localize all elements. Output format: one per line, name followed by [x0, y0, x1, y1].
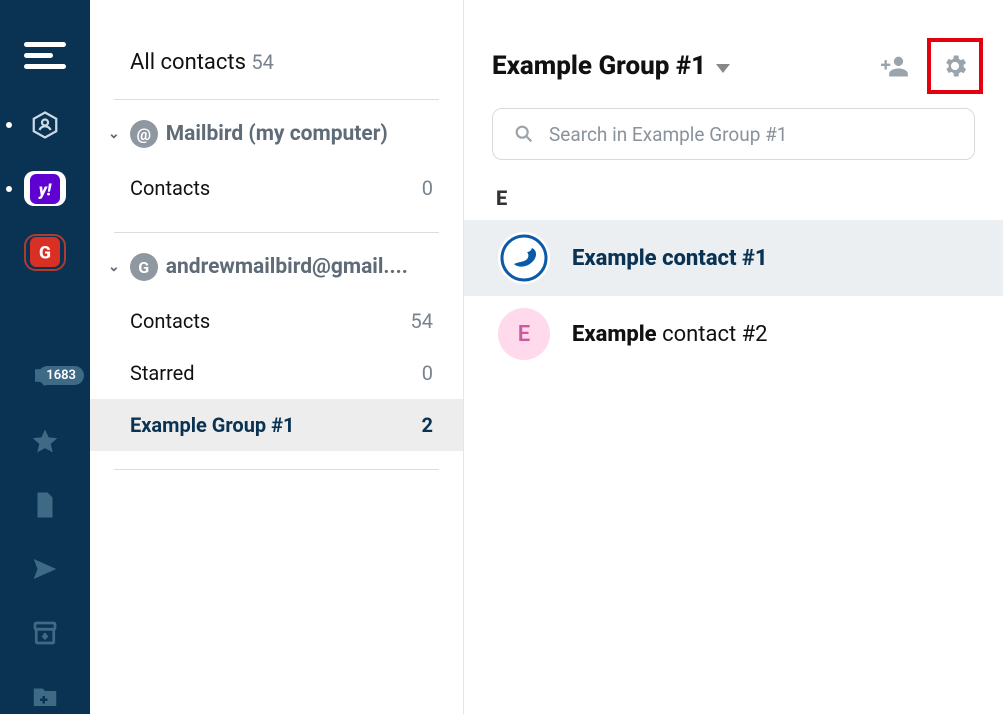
chevron-down-icon: ⌄ [108, 126, 120, 142]
star-icon[interactable] [24, 424, 66, 460]
file-icon[interactable] [24, 488, 66, 524]
folder-contacts[interactable]: Contacts 54 [90, 295, 463, 347]
account-label: Mailbird (my computer) [166, 122, 388, 146]
settings-highlight [927, 38, 983, 94]
folder-contacts[interactable]: Contacts 0 [90, 162, 463, 214]
contact-name: Example contact #1 [572, 246, 768, 271]
account-header-gmail[interactable]: ⌄ G andrewmailbird@gmail.... [90, 253, 463, 295]
divider [114, 232, 439, 233]
divider [114, 469, 439, 470]
svg-text:G: G [39, 244, 51, 264]
search-icon [513, 123, 535, 145]
google-account-icon[interactable]: G [24, 234, 66, 270]
chevron-down-icon: ⌄ [108, 259, 120, 275]
contact-list-panel: Example Group #1 Search in Example Group… [464, 0, 1003, 714]
group-header: Example Group #1 [492, 48, 975, 84]
archive-icon[interactable] [24, 615, 66, 651]
folder-starred[interactable]: Starred 0 [90, 347, 463, 399]
contact-row[interactable]: Example contact #1 [464, 220, 1003, 296]
contacts-sidebar: All contacts 54 ⌄ @ Mailbird (my compute… [90, 0, 464, 714]
hamburger-menu-icon[interactable] [24, 42, 66, 69]
contact-name: Example contact #2 [572, 322, 768, 347]
all-contacts-label: All contacts [130, 50, 246, 75]
add-contact-button[interactable] [877, 48, 913, 84]
account-label: andrewmailbird@gmail.... [166, 255, 408, 279]
divider [114, 99, 439, 100]
settings-button[interactable] [937, 48, 973, 84]
unread-badge: 1683 [38, 366, 84, 385]
section-letter: E [492, 186, 975, 210]
svg-text:y!: y! [38, 180, 52, 199]
all-contacts-count: 54 [251, 50, 273, 74]
search-placeholder: Search in Example Group #1 [549, 123, 787, 146]
contact-avatar: E [498, 308, 550, 360]
new-folder-icon[interactable] [24, 678, 66, 714]
chevron-down-icon [716, 64, 730, 73]
group-title-dropdown[interactable]: Example Group #1 [492, 51, 730, 81]
contact-avatar [498, 232, 550, 284]
contacts-app-icon[interactable] [24, 107, 66, 143]
yahoo-account-icon[interactable]: y! [24, 171, 66, 207]
search-input[interactable]: Search in Example Group #1 [492, 108, 975, 160]
folder-example-group-1[interactable]: Example Group #1 2 [90, 399, 463, 451]
contact-row[interactable]: E Example contact #2 [464, 296, 1003, 372]
send-icon[interactable] [24, 551, 66, 587]
inbox-icon[interactable]: 1683 [24, 360, 66, 396]
account-header-mailbird[interactable]: ⌄ @ Mailbird (my computer) [90, 120, 463, 162]
app-rail: y! G 1683 [0, 0, 90, 714]
all-contacts-row[interactable]: All contacts 54 [90, 50, 463, 99]
account-avatar: G [130, 253, 158, 281]
account-avatar: @ [130, 120, 158, 148]
